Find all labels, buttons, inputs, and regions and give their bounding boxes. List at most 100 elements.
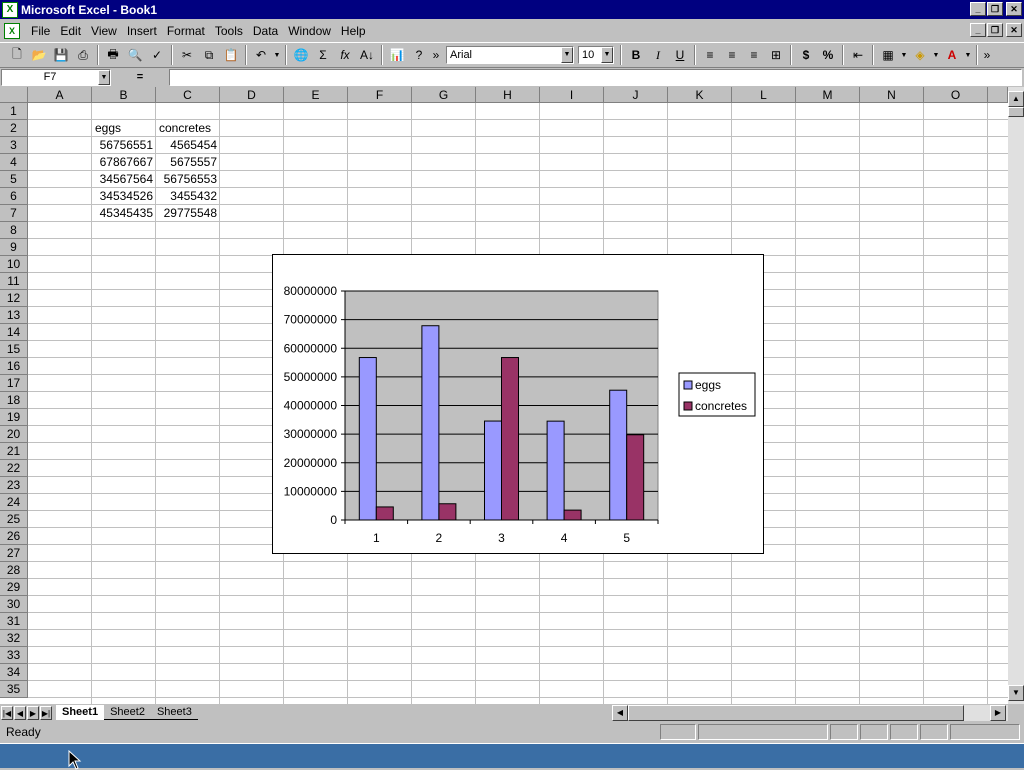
row-header-34[interactable]: 34 [0, 664, 28, 681]
align-left-icon[interactable]: ≡ [699, 44, 721, 66]
font-name-select[interactable]: Arial ▼ [446, 46, 574, 64]
borders-dropdown-icon[interactable]: ▼ [899, 44, 909, 66]
scroll-up-icon[interactable]: ▲ [1008, 91, 1024, 107]
cut-icon[interactable]: ✂ [176, 44, 198, 66]
row-header-28[interactable]: 28 [0, 562, 28, 579]
embedded-chart[interactable]: 0 10000000 20000000 30000000 40000000 5000000… [272, 254, 764, 554]
row-header-30[interactable]: 30 [0, 596, 28, 613]
row-header-5[interactable]: 5 [0, 171, 28, 188]
minimize-button[interactable]: _ [970, 2, 986, 16]
row-header-2[interactable]: 2 [0, 120, 28, 137]
row-header-25[interactable]: 25 [0, 511, 28, 528]
autosum-icon[interactable]: Σ [312, 44, 334, 66]
row-header-27[interactable]: 27 [0, 545, 28, 562]
row-header-18[interactable]: 18 [0, 392, 28, 409]
column-header-k[interactable]: K [668, 87, 732, 103]
row-header-10[interactable]: 10 [0, 256, 28, 273]
column-header-f[interactable]: F [348, 87, 412, 103]
fill-dropdown-icon[interactable]: ▼ [931, 44, 941, 66]
cell-b4[interactable]: 67867667 [92, 154, 156, 171]
row-header-35[interactable]: 35 [0, 681, 28, 698]
row-header-13[interactable]: 13 [0, 307, 28, 324]
function-icon[interactable]: fx [334, 44, 356, 66]
column-header-e[interactable]: E [284, 87, 348, 103]
doc-minimize-button[interactable]: _ [970, 23, 986, 37]
workbook-icon[interactable]: X [4, 23, 20, 39]
print-icon[interactable]: 🖶 [102, 44, 124, 66]
open-icon[interactable]: 📂 [28, 44, 50, 66]
menu-file[interactable]: File [26, 24, 55, 38]
row-header-21[interactable]: 21 [0, 443, 28, 460]
merge-center-icon[interactable]: ⊞ [765, 44, 787, 66]
cell-c7[interactable]: 29775548 [156, 205, 220, 222]
prev-sheet-icon[interactable]: ◀ [14, 705, 26, 720]
row-header-16[interactable]: 16 [0, 358, 28, 375]
new-icon[interactable]: 🗋 [6, 44, 28, 66]
column-header-g[interactable]: G [412, 87, 476, 103]
restore-button[interactable]: ❐ [987, 2, 1003, 16]
column-header-n[interactable]: N [860, 87, 924, 103]
row-header-22[interactable]: 22 [0, 460, 28, 477]
name-box-dropdown-icon[interactable]: ▼ [98, 69, 110, 85]
row-header-29[interactable]: 29 [0, 579, 28, 596]
menu-window[interactable]: Window [283, 24, 336, 38]
fill-color-icon[interactable]: ◈ [909, 44, 931, 66]
cell-c5[interactable]: 56756553 [156, 171, 220, 188]
column-header-c[interactable]: C [156, 87, 220, 103]
font-size-select[interactable]: 10 ▼ [578, 46, 614, 64]
paste-icon[interactable]: 📋 [220, 44, 242, 66]
size-dropdown-icon[interactable]: ▼ [601, 47, 613, 63]
row-header-31[interactable]: 31 [0, 613, 28, 630]
column-header-o[interactable]: O [924, 87, 988, 103]
column-header-d[interactable]: D [220, 87, 284, 103]
row-header-1[interactable]: 1 [0, 103, 28, 120]
currency-icon[interactable]: $ [795, 44, 817, 66]
row-header-32[interactable]: 32 [0, 630, 28, 647]
cell-b5[interactable]: 34567564 [92, 171, 156, 188]
vertical-scroll-thumb[interactable] [1008, 107, 1024, 117]
row-header-19[interactable]: 19 [0, 409, 28, 426]
undo-dropdown-icon[interactable]: ▼ [272, 44, 282, 66]
first-sheet-icon[interactable]: |◀ [1, 705, 13, 720]
row-header-17[interactable]: 17 [0, 375, 28, 392]
column-header-m[interactable]: M [796, 87, 860, 103]
menu-data[interactable]: Data [248, 24, 283, 38]
row-header-8[interactable]: 8 [0, 222, 28, 239]
horizontal-scrollbar[interactable]: ◀ ▶ [612, 705, 1008, 721]
row-header-14[interactable]: 14 [0, 324, 28, 341]
row-header-20[interactable]: 20 [0, 426, 28, 443]
scroll-down-icon[interactable]: ▼ [1008, 685, 1024, 701]
toolbar-options-icon[interactable]: » [981, 44, 993, 66]
copy-icon[interactable]: ⧉ [198, 44, 220, 66]
formula-equals[interactable]: = [111, 71, 169, 83]
row-header-7[interactable]: 7 [0, 205, 28, 222]
cell-b6[interactable]: 34534526 [92, 188, 156, 205]
row-header-24[interactable]: 24 [0, 494, 28, 511]
row-header-6[interactable]: 6 [0, 188, 28, 205]
excel-app-icon[interactable]: X [2, 1, 18, 18]
align-right-icon[interactable]: ≡ [743, 44, 765, 66]
save-icon[interactable]: 💾 [50, 44, 72, 66]
row-header-3[interactable]: 3 [0, 137, 28, 154]
scroll-right-icon[interactable]: ▶ [990, 705, 1006, 721]
cell-b3[interactable]: 56756551 [92, 137, 156, 154]
name-box[interactable]: F7 ▼ [1, 68, 111, 86]
column-header-j[interactable]: J [604, 87, 668, 103]
row-header-9[interactable]: 9 [0, 239, 28, 256]
undo-icon[interactable]: ↶ [250, 44, 272, 66]
underline-icon[interactable]: U [669, 44, 691, 66]
cell-c6[interactable]: 3455432 [156, 188, 220, 205]
spelling-icon[interactable]: ✓ [146, 44, 168, 66]
align-center-icon[interactable]: ≡ [721, 44, 743, 66]
chart-wizard-icon[interactable]: 📊 [386, 44, 408, 66]
column-header-i[interactable]: I [540, 87, 604, 103]
menu-insert[interactable]: Insert [122, 24, 162, 38]
doc-restore-button[interactable]: ❐ [987, 23, 1003, 37]
row-header-12[interactable]: 12 [0, 290, 28, 307]
menu-tools[interactable]: Tools [210, 24, 248, 38]
row-header-15[interactable]: 15 [0, 341, 28, 358]
select-all-corner[interactable] [0, 87, 28, 103]
menu-help[interactable]: Help [336, 24, 371, 38]
decrease-indent-icon[interactable]: ⇤ [847, 44, 869, 66]
more-buttons-icon[interactable]: » [430, 44, 442, 66]
